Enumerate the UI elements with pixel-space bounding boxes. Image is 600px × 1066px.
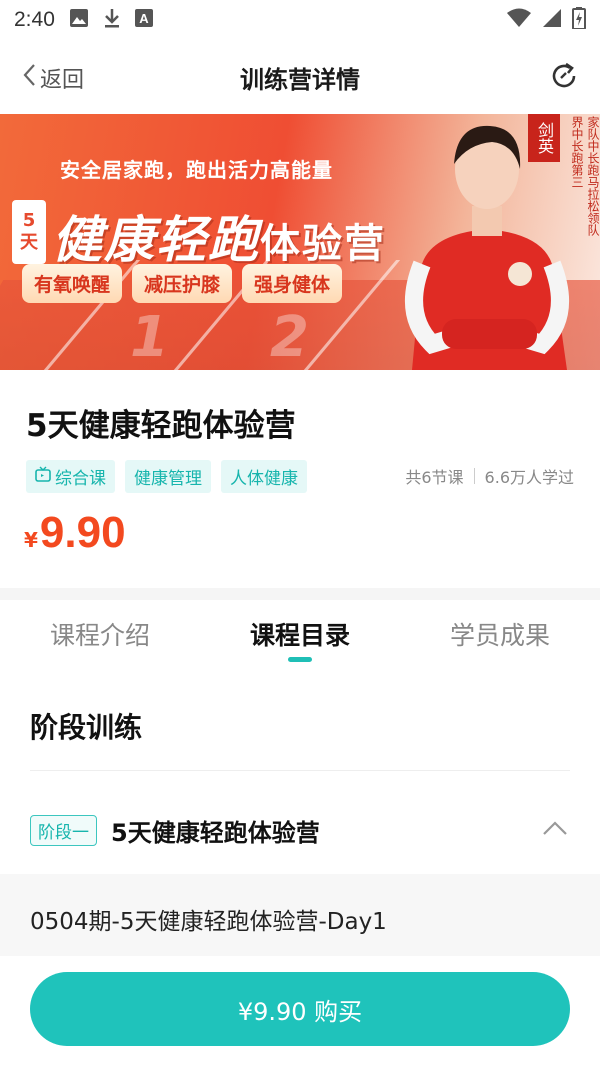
course-tag: 人体健康 xyxy=(221,460,307,493)
track-number: 2 xyxy=(270,305,309,370)
banner-slogan: 安全居家跑，跑出活力高能量 xyxy=(60,158,333,182)
status-time: 2:40 xyxy=(14,8,55,31)
image-icon xyxy=(69,8,89,32)
tab-catalog[interactable]: 课程目录 xyxy=(200,600,400,672)
nav-bar: 返回 训练营详情 xyxy=(0,40,600,114)
status-bar: 2:40 A xyxy=(0,0,600,40)
tab-indicator xyxy=(288,657,312,662)
wifi-icon xyxy=(506,8,532,32)
course-title: 5天健康轻跑体验营 xyxy=(26,408,296,444)
coach-name: 剑英 xyxy=(528,114,560,162)
banner-title: 健康轻跑体验营 xyxy=(52,211,386,269)
learners-count: 6.6万人学过 xyxy=(484,468,574,487)
banner-chip: 有氧唤醒 xyxy=(22,264,123,303)
battery-icon xyxy=(572,7,586,33)
refresh-icon xyxy=(548,62,580,96)
lessons-count: 共6节课 xyxy=(405,468,464,487)
chevron-left-icon xyxy=(22,63,36,93)
chevron-up-icon[interactable] xyxy=(542,820,568,840)
tab-intro[interactable]: 课程介绍 xyxy=(0,600,200,672)
buy-button[interactable]: ¥9.90 购买 xyxy=(30,972,570,1046)
course-info: 5天健康轻跑体验营 综合课 健康管理 人体健康 共6节课 6.6万人学过 ¥ 9… xyxy=(0,370,600,588)
catalog-section-title: 阶段训练 xyxy=(30,711,143,744)
content-tabs: 课程介绍 课程目录 学员成果 xyxy=(0,600,600,672)
back-button[interactable]: 返回 xyxy=(22,62,84,94)
banner-chip: 减压护膝 xyxy=(132,264,233,303)
page-title: 训练营详情 xyxy=(240,65,360,94)
coach-title: 界中长跑第三 家队中长跑马拉松领队 xyxy=(570,116,600,236)
course-banner[interactable]: 1 2 安全居家跑，跑出活力高能量 5 天 健康轻跑体验营 有氧唤醒 减压护膝 … xyxy=(0,114,600,370)
banner-chip: 强身健体 xyxy=(242,264,343,303)
banner-chips: 有氧唤醒 减压护膝 强身健体 xyxy=(22,264,343,303)
stats-divider xyxy=(473,468,475,484)
stage-header[interactable]: 阶段一 5天健康轻跑体验营 xyxy=(30,812,570,848)
buy-bar: ¥9.90 购买 xyxy=(0,956,600,1066)
days-badge: 5 天 xyxy=(12,200,46,264)
download-icon xyxy=(103,8,121,32)
signal-icon xyxy=(542,8,562,32)
tab-results[interactable]: 学员成果 xyxy=(400,600,600,672)
course-price: ¥ 9.90 xyxy=(24,508,126,558)
lesson-title: 0504期-5天健康轻跑体验营-Day1 xyxy=(30,909,387,935)
catalog-divider xyxy=(30,770,570,771)
course-tag: 综合课 xyxy=(26,460,115,493)
course-stats: 共6节课 6.6万人学过 xyxy=(405,464,574,488)
price-amount: 9.90 xyxy=(39,508,126,557)
lesson-item[interactable]: 0504期-5天健康轻跑体验营-Day1 xyxy=(0,874,600,966)
svg-text:A: A xyxy=(139,11,149,26)
back-label: 返回 xyxy=(40,68,85,93)
section-divider xyxy=(0,588,600,600)
stage-badge: 阶段一 xyxy=(30,814,97,846)
price-symbol: ¥ xyxy=(24,528,38,552)
tv-icon xyxy=(35,466,51,487)
refresh-button[interactable] xyxy=(548,60,580,96)
font-icon: A xyxy=(134,9,153,31)
stage-name: 5天健康轻跑体验营 xyxy=(111,818,320,847)
track-number: 1 xyxy=(130,305,169,370)
course-tag: 健康管理 xyxy=(125,460,211,493)
course-tags: 综合课 健康管理 人体健康 xyxy=(26,460,307,493)
